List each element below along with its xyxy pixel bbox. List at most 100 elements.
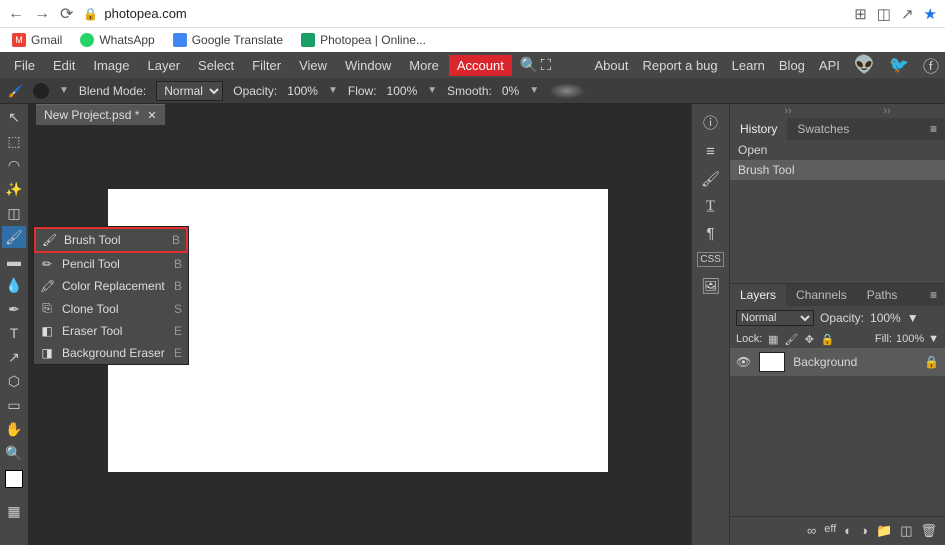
reload-icon[interactable]: ⟳ bbox=[60, 4, 73, 24]
menu-layer[interactable]: Layer bbox=[140, 55, 189, 76]
menu-image[interactable]: Image bbox=[85, 55, 137, 76]
visibility-icon[interactable]: 👁 bbox=[736, 355, 751, 369]
reddit-icon[interactable]: 👽 bbox=[854, 55, 875, 75]
url-bar[interactable]: 🔒 photopea.com bbox=[83, 6, 186, 21]
marquee-tool-icon[interactable]: ⬚ bbox=[2, 130, 26, 152]
menu-edit[interactable]: Edit bbox=[45, 55, 83, 76]
smooth-value[interactable]: 0% bbox=[502, 84, 519, 98]
link-layers-icon[interactable]: ∞ bbox=[807, 523, 816, 539]
wand-tool-icon[interactable]: ✨ bbox=[2, 178, 26, 200]
menu-eraser-tool[interactable]: ◧ Eraser Tool E bbox=[34, 320, 188, 342]
history-item-brush[interactable]: Brush Tool bbox=[730, 160, 945, 180]
pen-tool-icon[interactable]: ✒ bbox=[2, 298, 26, 320]
menu-filter[interactable]: Filter bbox=[244, 55, 289, 76]
fill-value[interactable]: 100% bbox=[896, 333, 924, 345]
brush-panel-icon[interactable]: 🖌 bbox=[701, 170, 720, 188]
layer-thumbnail[interactable] bbox=[759, 352, 785, 372]
bookmark-whatsapp[interactable]: WhatsApp bbox=[80, 33, 154, 47]
install-icon[interactable]: ⊞ bbox=[854, 5, 867, 23]
lock-all-icon[interactable]: 🔒 bbox=[820, 332, 834, 346]
tab-layers[interactable]: Layers bbox=[730, 284, 786, 306]
color-swatch[interactable] bbox=[5, 470, 23, 488]
info-icon[interactable]: ⓘ bbox=[703, 112, 718, 133]
folder-icon[interactable]: 📁 bbox=[876, 523, 892, 539]
menu-brush-tool[interactable]: 🖌 Brush Tool B bbox=[34, 227, 188, 253]
selection-tool-icon[interactable]: ⬡ bbox=[2, 370, 26, 392]
brush-tool-icon[interactable]: 🖌 bbox=[2, 226, 26, 248]
extension-icon[interactable]: ◫ bbox=[877, 5, 891, 23]
delete-icon[interactable]: 🗑 bbox=[920, 523, 937, 539]
layer-row-background[interactable]: 👁 Background 🔒 bbox=[730, 348, 945, 376]
zoom-tool-icon[interactable]: 🔍 bbox=[2, 442, 26, 464]
opacity-value[interactable]: 100% bbox=[287, 84, 318, 98]
search-icon[interactable]: 🔍 bbox=[520, 56, 539, 74]
bookmark-star-icon[interactable]: ★ bbox=[924, 5, 937, 23]
link-learn[interactable]: Learn bbox=[732, 58, 765, 73]
lock-brush-icon[interactable]: 🖌 bbox=[784, 332, 798, 346]
lock-move-icon[interactable]: ✥ bbox=[802, 332, 816, 346]
menu-clone-tool[interactable]: ⎘ Clone Tool S bbox=[34, 297, 188, 320]
document-tab[interactable]: New Project.psd * ✕ bbox=[36, 104, 165, 125]
lasso-tool-icon[interactable]: ◠ bbox=[2, 154, 26, 176]
brush-dropdown-icon[interactable]: ▼ bbox=[59, 85, 69, 96]
image-icon[interactable]: 🖼 bbox=[701, 277, 720, 295]
menu-more[interactable]: More bbox=[401, 55, 447, 76]
history-item-open[interactable]: Open bbox=[730, 140, 945, 160]
tab-channels[interactable]: Channels bbox=[786, 284, 857, 306]
twitter-icon[interactable]: 🐦 bbox=[889, 55, 909, 75]
blur-tool-icon[interactable]: 💧 bbox=[2, 274, 26, 296]
layer-blend-select[interactable]: Normal bbox=[736, 310, 814, 326]
tab-swatches[interactable]: Swatches bbox=[787, 118, 859, 140]
hand-tool-icon[interactable]: ✋ bbox=[2, 418, 26, 440]
link-api[interactable]: API bbox=[819, 58, 840, 73]
brush-size-icon[interactable] bbox=[33, 83, 49, 99]
menu-background-eraser[interactable]: ◨ Background Eraser E bbox=[34, 342, 188, 364]
panel-menu-icon[interactable]: ≡ bbox=[922, 118, 945, 140]
bookmark-translate[interactable]: Google Translate bbox=[173, 33, 283, 47]
fullscreen-icon[interactable]: ⛶ bbox=[541, 57, 552, 74]
layer-opacity-value[interactable]: 100% bbox=[870, 311, 901, 325]
blend-mode-select[interactable]: Normal bbox=[156, 81, 223, 101]
mask-icon[interactable]: ◐ bbox=[844, 523, 852, 539]
lock-pixels-icon[interactable]: ▦ bbox=[766, 332, 780, 346]
menu-pencil-tool[interactable]: ✏ Pencil Tool B bbox=[34, 253, 188, 275]
shape-tool-icon[interactable]: ▭ bbox=[2, 394, 26, 416]
character-icon[interactable]: T̲ bbox=[706, 198, 715, 215]
bookmark-photopea[interactable]: Photopea | Online... bbox=[301, 33, 426, 47]
crop-tool-icon[interactable]: ◫ bbox=[2, 202, 26, 224]
fx-icon[interactable]: eff bbox=[824, 523, 836, 539]
panel-menu-icon[interactable]: ≡ bbox=[922, 284, 945, 306]
link-bug[interactable]: Report a bug bbox=[642, 58, 717, 73]
back-icon[interactable]: ← bbox=[8, 5, 24, 23]
facebook-icon[interactable]: ⓕ bbox=[923, 53, 939, 77]
tab-paths[interactable]: Paths bbox=[857, 284, 908, 306]
chevron-down-icon[interactable]: ▼ bbox=[328, 85, 338, 96]
menu-file[interactable]: File bbox=[6, 55, 43, 76]
tab-history[interactable]: History bbox=[730, 118, 787, 140]
link-blog[interactable]: Blog bbox=[779, 58, 805, 73]
link-about[interactable]: About bbox=[594, 58, 628, 73]
chevron-down-icon[interactable]: ▼ bbox=[907, 311, 919, 325]
quickmask-icon[interactable]: ▦ bbox=[2, 500, 26, 522]
path-tool-icon[interactable]: ↗ bbox=[2, 346, 26, 368]
new-layer-icon[interactable]: ◫ bbox=[900, 523, 912, 539]
adjust-icon[interactable]: ≡ bbox=[706, 143, 715, 160]
menu-color-replacement[interactable]: 🖍 Color Replacement B bbox=[34, 275, 188, 297]
move-tool-icon[interactable]: ↖ bbox=[2, 106, 26, 128]
forward-icon[interactable]: → bbox=[34, 5, 50, 23]
gradient-tool-icon[interactable]: ▬ bbox=[2, 250, 26, 272]
menu-window[interactable]: Window bbox=[337, 55, 399, 76]
close-icon[interactable]: ✕ bbox=[147, 109, 156, 122]
chevron-down-icon[interactable]: ▼ bbox=[928, 333, 939, 345]
chevron-down-icon[interactable]: ▼ bbox=[427, 85, 437, 96]
adjustment-icon[interactable]: ◑ bbox=[860, 523, 868, 539]
type-tool-icon[interactable]: T bbox=[2, 322, 26, 344]
menu-account[interactable]: Account bbox=[449, 55, 512, 76]
chevron-down-icon[interactable]: ▼ bbox=[529, 85, 539, 96]
menu-select[interactable]: Select bbox=[190, 55, 242, 76]
flow-value[interactable]: 100% bbox=[387, 84, 418, 98]
menu-view[interactable]: View bbox=[291, 55, 335, 76]
css-icon[interactable]: CSS bbox=[697, 252, 724, 267]
share-icon[interactable]: ↗ bbox=[901, 5, 914, 23]
bookmark-gmail[interactable]: MGmail bbox=[12, 33, 62, 47]
